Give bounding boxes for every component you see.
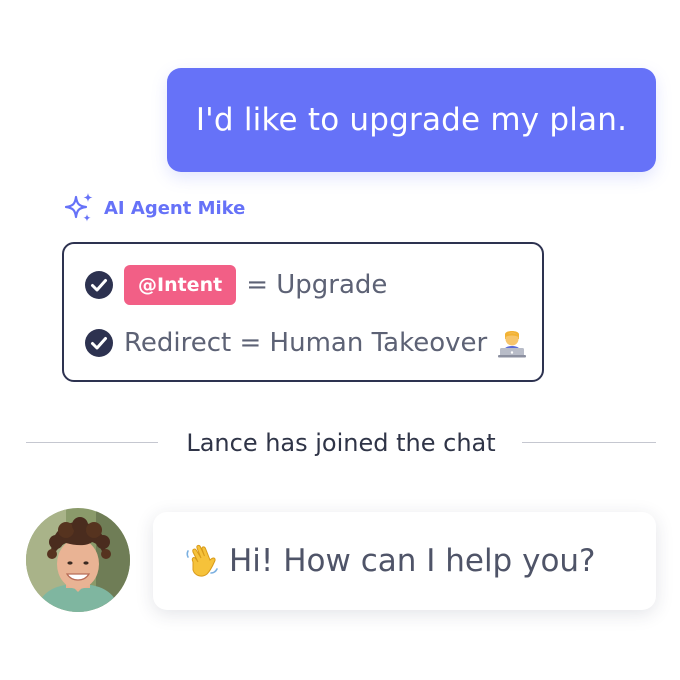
sparkles-icon	[62, 191, 96, 225]
human-reply-bubble: Hi! How can I help you?	[153, 512, 656, 610]
avatar	[26, 508, 130, 612]
user-message-text: I'd like to upgrade my plan.	[195, 102, 628, 138]
intent-card: @Intent = Upgrade Redirect = Human Takeo…	[62, 242, 544, 382]
intent-row: @Intent = Upgrade	[84, 264, 387, 306]
intent-value: = Upgrade	[246, 270, 388, 300]
waving-hand-icon	[183, 542, 221, 580]
check-circle-icon	[84, 328, 114, 358]
human-reply-text: Hi! How can I help you?	[229, 543, 596, 579]
agent-name: AI Agent Mike	[104, 197, 246, 219]
divider-line-left	[26, 442, 158, 443]
join-notice: Lance has joined the chat	[186, 429, 496, 457]
join-divider: Lance has joined the chat	[26, 426, 656, 460]
technologist-emoji-icon	[497, 328, 527, 358]
check-circle-icon	[84, 270, 114, 300]
redirect-value: Redirect = Human Takeover	[124, 328, 488, 358]
redirect-row: Redirect = Human Takeover	[84, 322, 527, 364]
user-message-bubble: I'd like to upgrade my plan.	[167, 68, 656, 172]
divider-line-right	[522, 442, 656, 443]
agent-label: AI Agent Mike	[62, 191, 245, 225]
intent-tag: @Intent	[124, 265, 237, 305]
